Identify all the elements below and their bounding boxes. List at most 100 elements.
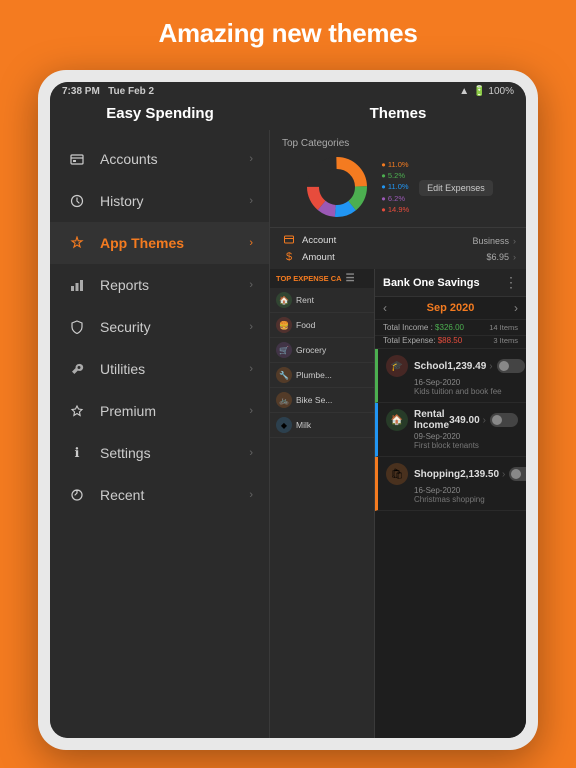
premium-icon xyxy=(66,400,88,422)
expense-list-item-food[interactable]: 🍔 Food xyxy=(270,313,374,338)
school-trans-amount: 1,239.49 xyxy=(447,361,486,372)
expense-list-item-milk[interactable]: ◆ Milk xyxy=(270,413,374,438)
rental-trans-name: Rental Income xyxy=(414,409,449,431)
shopping-trans-amount-row: 2,139.50 › xyxy=(460,467,526,481)
reports-label: Reports xyxy=(100,277,249,293)
page-title: Amazing new themes xyxy=(0,0,576,63)
security-icon xyxy=(66,316,88,338)
app-header-left-title: Easy Spending xyxy=(50,105,270,122)
amount-value[interactable]: $6.95 xyxy=(486,252,509,262)
transaction-shopping[interactable]: 🛍 Shopping 2,139.50 › 16-Sep xyxy=(375,457,526,511)
premium-label: Premium xyxy=(100,403,249,419)
bank-prev-icon[interactable]: ‹ xyxy=(383,301,387,315)
school-trans-toggle[interactable] xyxy=(497,359,525,373)
bank-column: Bank One Savings ⋮ ‹ Sep 2020 › Total In… xyxy=(375,269,526,738)
accounts-chevron: › xyxy=(249,153,253,165)
settings-icon: ℹ xyxy=(66,442,88,464)
rental-trans-toggle[interactable] xyxy=(490,413,518,427)
account-label-text: Account xyxy=(302,235,468,246)
amount-label-text: Amount xyxy=(302,252,482,263)
expense-list-item-bike[interactable]: 🚲 Bike Se... xyxy=(270,388,374,413)
expense-list-item-grocery[interactable]: 🛒 Grocery xyxy=(270,338,374,363)
bike-icon: 🚲 xyxy=(276,392,292,408)
rental-trans-amount-row: 349.00 › xyxy=(449,413,518,427)
chart-row: ● 11.0% ● 5.2% ● 11.0% ● 6.2% ● 14.9% Ed… xyxy=(303,153,492,221)
bank-more-icon[interactable]: ⋮ xyxy=(504,274,518,291)
expense-list-column: TOP EXPENSE CA ☰ 🏠 Rent 🍔 Food 🛒 xyxy=(270,269,375,738)
battery-icon: 🔋 100% xyxy=(473,86,514,97)
main-content: Accounts › History › App xyxy=(50,130,526,738)
rent-label: Rent xyxy=(296,295,368,305)
accounts-label: Accounts xyxy=(100,151,249,167)
shopping-trans-toggle[interactable] xyxy=(509,467,526,481)
school-trans-date: 16-Sep-2020 xyxy=(386,378,518,387)
bank-income-value: $326.00 xyxy=(435,323,464,332)
sidebar-item-reports[interactable]: Reports › xyxy=(50,264,269,306)
transaction-shopping-row: 🛍 Shopping 2,139.50 › xyxy=(386,463,518,485)
edit-expenses-button[interactable]: Edit Expenses xyxy=(419,180,493,196)
bank-summary: Total Income : $326.00 14 Items xyxy=(375,320,526,336)
utilities-chevron: › xyxy=(249,363,253,375)
transaction-rental-row: 🏠 Rental Income 349.00 › xyxy=(386,409,518,431)
amount-arrow: › xyxy=(513,252,516,262)
rental-trans-desc: First block tenants xyxy=(386,441,518,450)
wifi-icon: ▲ xyxy=(459,86,469,97)
expense-list-header: TOP EXPENSE CA ☰ xyxy=(270,269,374,288)
premium-chevron: › xyxy=(249,405,253,417)
bank-expense-value: $88.50 xyxy=(438,336,462,345)
sidebar-item-premium[interactable]: Premium › xyxy=(50,390,269,432)
expense-list-item-plumber[interactable]: 🔧 Plumbe... xyxy=(270,363,374,388)
bank-header: Bank One Savings ⋮ xyxy=(375,269,526,297)
tablet-frame: 7:38 PM Tue Feb 2 ▲ 🔋 100% Easy Spending… xyxy=(38,70,538,750)
shopping-trans-date: 16-Sep-2020 xyxy=(386,486,518,495)
status-icons: ▲ 🔋 100% xyxy=(459,86,514,97)
sidebar: Accounts › History › App xyxy=(50,130,270,738)
sidebar-item-app-themes[interactable]: App Themes › xyxy=(50,222,269,264)
transaction-rental[interactable]: 🏠 Rental Income 349.00 › 09- xyxy=(375,403,526,457)
donut-chart xyxy=(303,153,371,221)
sidebar-item-history[interactable]: History › xyxy=(50,180,269,222)
sidebar-item-accounts[interactable]: Accounts › xyxy=(50,138,269,180)
recent-icon xyxy=(66,484,88,506)
rental-trans-amount: 349.00 xyxy=(449,415,480,426)
app-themes-label: App Themes xyxy=(100,235,249,251)
transaction-school[interactable]: 🎓 School 1,239.49 › 16-Sep-2 xyxy=(375,349,526,403)
chart-section: Top Categories xyxy=(270,130,526,227)
school-trans-desc: Kids tuition and book fee xyxy=(386,387,518,396)
expense-form: Account Business › $ Amount $6.95 › xyxy=(270,227,526,269)
bank-expense-row: Total Expense: $88.50 xyxy=(383,336,462,345)
rental-trans-icon: 🏠 xyxy=(386,409,408,431)
form-row-account: Account Business › xyxy=(280,232,516,249)
bike-label: Bike Se... xyxy=(296,395,368,405)
app-header-right-title: Themes xyxy=(270,105,526,122)
food-icon: 🍔 xyxy=(276,317,292,333)
bank-nav: ‹ Sep 2020 › xyxy=(375,297,526,320)
expense-list-menu-icon[interactable]: ☰ xyxy=(346,273,355,284)
bank-items-count: 14 Items xyxy=(489,323,518,332)
grocery-icon: 🛒 xyxy=(276,342,292,358)
bank-expense-count: 3 Items xyxy=(493,336,518,345)
bank-period: Sep 2020 xyxy=(427,302,475,314)
school-trans-amount-row: 1,239.49 › xyxy=(447,359,524,373)
sidebar-item-security[interactable]: Security › xyxy=(50,306,269,348)
sidebar-item-settings[interactable]: ℹ Settings › xyxy=(50,432,269,474)
status-time: 7:38 PM Tue Feb 2 xyxy=(62,86,154,97)
expense-list-title: TOP EXPENSE CA xyxy=(276,274,342,283)
shopping-trans-desc: Christmas shopping xyxy=(386,495,518,504)
food-label: Food xyxy=(296,320,368,330)
history-label: History xyxy=(100,193,249,209)
history-chevron: › xyxy=(249,195,253,207)
school-trans-icon: 🎓 xyxy=(386,355,408,377)
utilities-icon xyxy=(66,358,88,380)
rental-trans-arrow: › xyxy=(483,415,486,426)
sidebar-item-recent[interactable]: Recent › xyxy=(50,474,269,516)
sidebar-item-utilities[interactable]: Utilities › xyxy=(50,348,269,390)
account-value[interactable]: Business xyxy=(472,236,509,246)
app-themes-icon xyxy=(66,232,88,254)
transaction-school-left: 🎓 School xyxy=(386,355,447,377)
grocery-label: Grocery xyxy=(296,345,368,355)
settings-chevron: › xyxy=(249,447,253,459)
bank-next-icon[interactable]: › xyxy=(514,301,518,315)
expense-list-item-rent[interactable]: 🏠 Rent xyxy=(270,288,374,313)
transaction-shopping-left: 🛍 Shopping xyxy=(386,463,460,485)
